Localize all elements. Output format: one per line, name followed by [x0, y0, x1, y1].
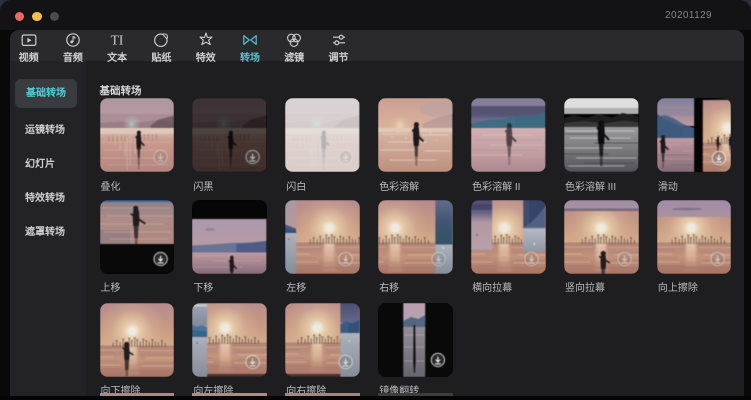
svg-text:TI: TI	[111, 33, 124, 48]
